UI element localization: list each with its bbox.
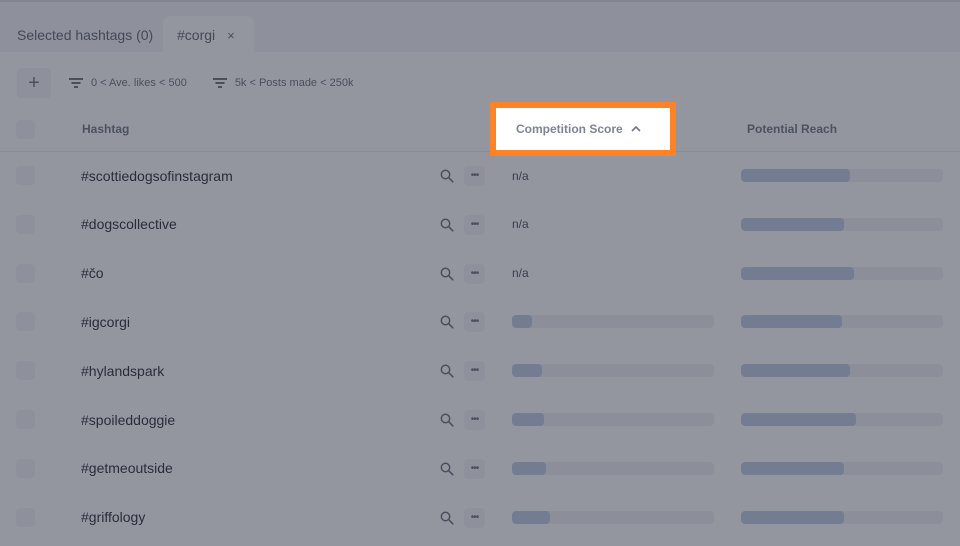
search-icon[interactable] (440, 267, 454, 281)
add-filter-button[interactable]: + (17, 68, 51, 98)
competition-score-bar (512, 315, 714, 329)
competition-score-highlight[interactable]: Competition Score (490, 102, 676, 156)
potential-reach-fill (741, 169, 851, 182)
column-potential-reach[interactable]: Potential Reach (747, 106, 837, 152)
select-all-checkbox[interactable] (16, 120, 35, 139)
competition-score-label: Competition Score (516, 122, 623, 136)
potential-reach-bar (741, 413, 943, 426)
table-row[interactable]: #čo ••• n/a (0, 249, 960, 298)
row-checkbox[interactable] (16, 166, 35, 185)
potential-reach-fill (741, 461, 845, 475)
competition-score-bar (512, 413, 714, 426)
more-options-button[interactable]: ••• (464, 214, 485, 235)
row-checkbox[interactable] (16, 263, 35, 283)
search-icon[interactable] (440, 218, 454, 232)
competition-score-bar (512, 364, 714, 378)
hashtag-name: #spoileddoggie (81, 411, 176, 428)
tab-bar: Selected hashtags (0) #corgi × (0, 0, 960, 54)
tab-selected-hashtags[interactable]: Selected hashtags (0) (0, 16, 160, 54)
potential-reach-bar (741, 364, 943, 378)
hashtag-name: #getmeoutside (81, 460, 173, 477)
row-checkbox[interactable] (16, 312, 35, 332)
potential-reach-fill (741, 315, 842, 329)
column-hashtag[interactable]: Hashtag (82, 106, 129, 152)
competition-score-value: n/a (512, 266, 529, 281)
competition-score-fill (512, 510, 551, 524)
potential-reach-fill (741, 217, 845, 231)
hashtag-name: #hylandspark (81, 362, 165, 379)
filter-icon (212, 78, 227, 88)
row-checkbox[interactable] (16, 214, 35, 234)
potential-reach-bar (741, 315, 943, 329)
hashtag-name: #griffology (81, 509, 146, 526)
competition-score-fill (512, 413, 545, 426)
filter-label: 0 < Ave. likes < 500 (91, 77, 187, 89)
table-row[interactable]: #hylandspark ••• (0, 346, 960, 395)
row-checkbox[interactable] (16, 458, 35, 478)
potential-reach-bar (741, 169, 943, 182)
potential-reach-fill (741, 364, 851, 378)
search-icon[interactable] (440, 511, 454, 525)
filter-posts-made[interactable]: 5k < Posts made < 250k (212, 77, 354, 89)
filter-label: 5k < Posts made < 250k (234, 77, 354, 89)
competition-score-value: n/a (512, 168, 529, 183)
potential-reach-bar (741, 266, 943, 280)
table-header: Hashtag Potential Reach (0, 106, 960, 152)
more-options-button[interactable]: ••• (464, 166, 485, 186)
search-icon[interactable] (440, 315, 454, 329)
competition-score-fill (512, 461, 547, 475)
more-options-button[interactable]: ••• (464, 507, 485, 528)
competition-score-bar (512, 510, 714, 524)
more-options-button[interactable]: ••• (464, 263, 485, 284)
row-checkbox[interactable] (16, 361, 35, 381)
more-options-button[interactable]: ••• (464, 458, 485, 479)
filter-icon (69, 78, 83, 88)
search-icon[interactable] (440, 462, 454, 476)
table-row[interactable]: #griffology ••• (0, 493, 960, 542)
close-icon[interactable]: × (227, 28, 235, 43)
potential-reach-bar (741, 461, 943, 475)
search-icon[interactable] (440, 169, 454, 183)
search-icon[interactable] (440, 364, 454, 378)
competition-score-fill (512, 364, 543, 378)
potential-reach-fill (741, 510, 845, 524)
hashtag-page: Selected hashtags (0) #corgi × + 0 < Ave… (0, 0, 960, 546)
table-row[interactable]: #igcorgi ••• (0, 297, 960, 346)
potential-reach-bar (741, 217, 943, 231)
more-options-button[interactable]: ••• (464, 410, 485, 430)
row-checkbox[interactable] (16, 410, 35, 429)
filter-toolbar: + 0 < Ave. likes < 500 5k < Posts made <… (17, 68, 353, 98)
tab-label: #corgi (177, 27, 216, 43)
table-row[interactable]: #spoileddoggie ••• (0, 395, 960, 444)
hashtag-name: #dogscollective (81, 216, 177, 233)
potential-reach-bar (741, 510, 943, 524)
hashtag-name: #čo (81, 265, 104, 282)
table-row[interactable]: #dogscollective ••• n/a (0, 200, 960, 249)
row-checkbox[interactable] (16, 507, 35, 527)
hashtag-name: #scottiedogsofinstagram (81, 167, 233, 184)
filter-ave-likes[interactable]: 0 < Ave. likes < 500 (69, 77, 187, 89)
potential-reach-fill (741, 266, 855, 280)
sort-ascending-icon (631, 123, 641, 135)
more-options-button[interactable]: ••• (464, 361, 485, 382)
potential-reach-fill (741, 413, 857, 426)
competition-score-value: n/a (512, 217, 529, 232)
hashtag-name: #igcorgi (81, 313, 131, 330)
tab-corgi[interactable]: #corgi × (163, 16, 254, 54)
competition-score-bar (512, 461, 714, 475)
table-row[interactable]: #scottiedogsofinstagram ••• n/a (0, 151, 960, 200)
search-icon[interactable] (440, 413, 454, 427)
competition-score-fill (512, 315, 533, 329)
table-row[interactable]: #getmeoutside ••• (0, 444, 960, 493)
more-options-button[interactable]: ••• (464, 312, 485, 333)
tab-label: Selected hashtags (0) (17, 27, 154, 43)
